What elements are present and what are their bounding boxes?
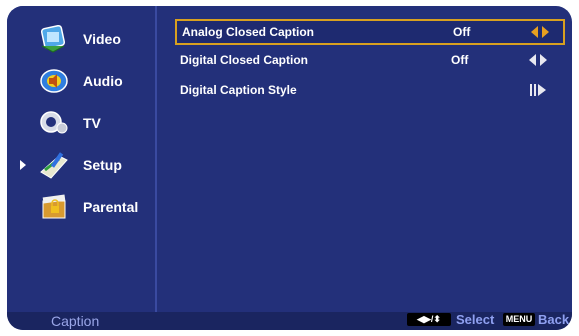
caption-settings-list: Analog Closed Caption Off Digital Closed… <box>157 6 572 312</box>
row-label: Analog Closed Caption <box>182 25 314 39</box>
menu-window: Video Audio TV Setup Parental Analog Clo… <box>7 6 572 330</box>
submenu-arrow-icon[interactable] <box>529 84 547 96</box>
sidebar-item-label: Audio <box>83 73 123 89</box>
menu-key-icon: MENU <box>503 313 535 326</box>
row-label: Digital Caption Style <box>180 83 297 97</box>
sidebar-item-label: Video <box>83 31 121 47</box>
selected-item-arrow-icon <box>20 160 26 170</box>
row-value: Off <box>453 25 471 39</box>
menu-row-digital-caption-style[interactable]: Digital Caption Style <box>175 79 561 101</box>
sidebar-item-audio[interactable]: Audio <box>7 62 155 102</box>
row-value: Off <box>451 53 469 67</box>
tv-icon <box>40 111 68 134</box>
back-button[interactable]: Back <box>538 312 569 327</box>
menu-row-analog-closed-caption[interactable]: Analog Closed Caption Off <box>175 19 565 45</box>
sidebar-item-tv[interactable]: TV <box>7 104 155 144</box>
row-label: Digital Closed Caption <box>180 53 309 67</box>
sidebar-item-label: Parental <box>83 199 139 215</box>
sidebar-item-label: TV <box>83 115 101 131</box>
sidebar-item-setup[interactable]: Setup <box>7 146 155 186</box>
video-icon <box>40 24 66 53</box>
menu-row-digital-closed-caption[interactable]: Digital Closed Caption Off <box>175 49 561 71</box>
select-hint: Select <box>456 312 495 327</box>
footer-hints: ◀▶/⬍ Select MENU Back <box>407 312 572 330</box>
sidebar: Video Audio TV Setup Parental <box>7 6 157 312</box>
setup-icon <box>40 152 68 179</box>
nav-keys-icon: ◀▶/⬍ <box>407 313 451 326</box>
sidebar-item-video[interactable]: Video <box>7 20 155 60</box>
sidebar-item-parental[interactable]: Parental <box>7 188 155 228</box>
footer-bar: Caption ◀▶/⬍ Select MENU Back <box>7 312 572 330</box>
parental-icon <box>42 194 66 219</box>
page-title: Caption <box>51 313 100 329</box>
sidebar-item-label: Setup <box>83 157 122 173</box>
audio-icon <box>40 69 68 93</box>
left-right-arrows-icon[interactable] <box>529 54 547 66</box>
left-right-arrows-icon[interactable] <box>531 26 549 38</box>
